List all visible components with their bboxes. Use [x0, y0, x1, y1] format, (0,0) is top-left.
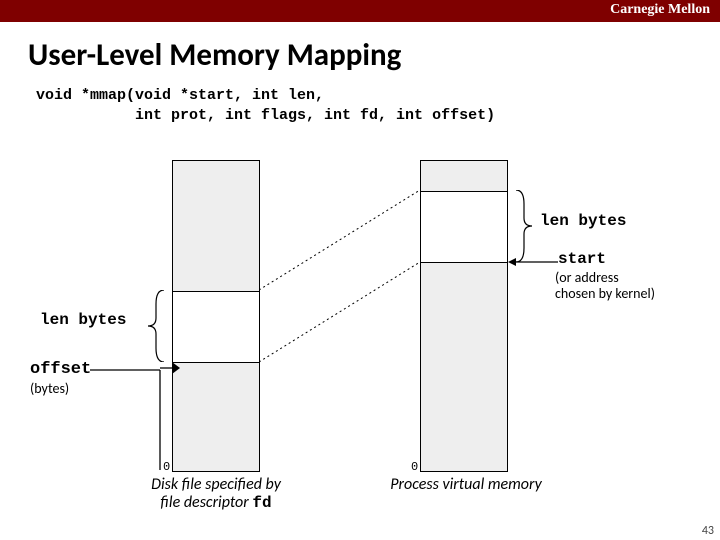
mapping-lines — [259, 160, 421, 370]
disk-caption: Disk file specified by file descriptor f… — [116, 476, 316, 513]
offset-unit-label: (bytes) — [30, 380, 69, 397]
proc-len-region — [421, 191, 507, 263]
disk-caption-fd: fd — [252, 494, 271, 512]
len-bytes-right-label: len bytes — [540, 212, 626, 230]
proc-column — [420, 160, 508, 472]
zero-proc: 0 — [411, 460, 418, 474]
diagram: len bytes len bytes start (or address ch… — [0, 160, 720, 540]
proc-caption: Process virtual memory — [366, 476, 566, 494]
start-note2: chosen by kernel) — [555, 285, 655, 302]
offset-label: offset — [30, 360, 91, 379]
disk-column — [172, 160, 260, 472]
brace-right-icon — [512, 190, 532, 262]
mmap-signature: void *mmap(void *start, int len, int pro… — [36, 86, 495, 127]
disk-caption-line2: file descriptor — [160, 493, 252, 512]
start-label: start — [558, 250, 606, 268]
disk-len-region — [173, 291, 259, 363]
zero-disk: 0 — [163, 460, 170, 474]
sig-line2: int prot, int flags, int fd, int offset) — [36, 107, 495, 124]
start-note1: (or address — [555, 269, 619, 286]
slide: Carnegie Mellon User-Level Memory Mappin… — [0, 0, 720, 540]
page-title: User-Level Memory Mapping — [28, 36, 401, 74]
start-arrow-icon — [508, 256, 558, 268]
disk-caption-line1: Disk file specified by — [151, 475, 281, 494]
brace-left-icon — [148, 290, 168, 362]
institution-label: Carnegie Mellon — [610, 2, 710, 18]
len-bytes-left-label: len bytes — [40, 311, 126, 329]
start-note: (or address chosen by kernel) — [555, 270, 655, 302]
page-number: 43 — [702, 524, 714, 538]
sig-line1: void *mmap(void *start, int len, — [36, 87, 324, 104]
